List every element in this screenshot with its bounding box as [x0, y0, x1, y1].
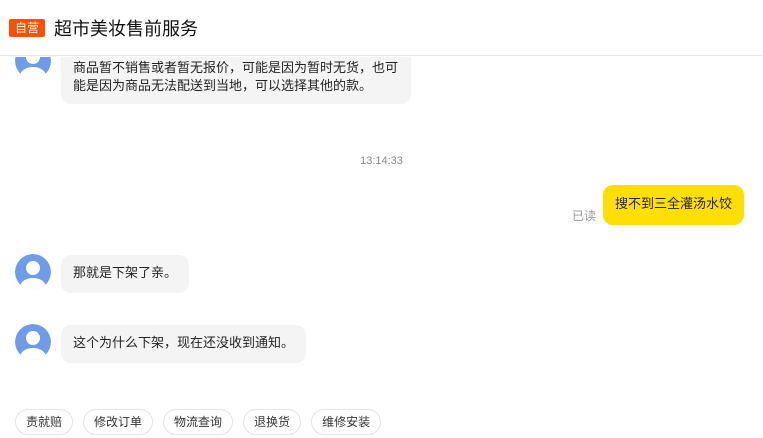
agent-avatar[interactable] [15, 254, 51, 290]
quick-reply-compensation[interactable]: 责就赔 [15, 409, 74, 435]
message-timestamp: 13:14:33 [360, 155, 403, 167]
user-silhouette-icon [15, 254, 51, 290]
message-list[interactable]: 商品暂不销售或者暂无报价，可能是因为暂时无货，也可能是因为商品无法配送到当地，可… [0, 57, 763, 397]
agent-message-text: 那就是下架了亲。 [73, 266, 178, 281]
quick-reply-modify-order[interactable]: 修改订单 [83, 409, 154, 435]
agent-message-bubble: 这个为什么下架，现在还没收到通知。 [61, 325, 307, 363]
agent-avatar[interactable] [15, 57, 51, 79]
agent-message-text: 这个为什么下架，现在还没收到通知。 [73, 336, 295, 351]
quick-reply-repair-install[interactable]: 维修安装 [311, 409, 382, 435]
user-message-text: 搜不到三全灌汤水饺 [615, 197, 733, 212]
user-silhouette-icon [15, 57, 51, 79]
agent-message-bubble: 商品暂不销售或者暂无报价，可能是因为暂时无货，也可能是因为商品无法配送到当地，可… [61, 57, 411, 104]
user-silhouette-icon [15, 324, 51, 360]
read-status: 已读 [572, 209, 597, 223]
quick-reply-return-exchange[interactable]: 退换货 [243, 409, 302, 435]
agent-message-text: 商品暂不销售或者暂无报价，可能是因为暂时无货，也可能是因为商品无法配送到当地，可… [73, 61, 399, 94]
user-message-bubble: 搜不到三全灌汤水饺 [603, 185, 745, 225]
quick-reply-bar: 责就赔 修改订单 物流查询 退换货 维修安装 [15, 409, 382, 435]
quick-reply-logistics[interactable]: 物流查询 [163, 409, 234, 435]
self-operated-badge: 自营 [9, 18, 46, 37]
agent-message-bubble: 那就是下架了亲。 [61, 255, 190, 293]
agent-avatar[interactable] [15, 324, 51, 360]
chat-header: 自营 超市美妆售前服务 [0, 0, 763, 56]
chat-title: 超市美妆售前服务 [54, 18, 199, 40]
